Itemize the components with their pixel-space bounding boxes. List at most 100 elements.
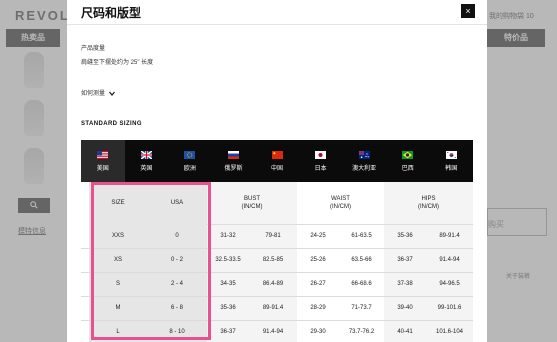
table-spacer	[81, 182, 89, 224]
size-cell: L	[89, 320, 147, 342]
region-tab-eu[interactable]: 欧洲	[168, 140, 212, 182]
region-selector: 美国 英国 欧洲 俄罗斯 中国 日本 澳大利亚 巴西 韩国	[81, 140, 473, 182]
region-tab-cn[interactable]: 中国	[255, 140, 299, 182]
chevron-down-icon	[108, 91, 115, 96]
bust-in-cell: 32.5-33.5	[207, 248, 249, 273]
ru-flag-icon	[227, 150, 239, 159]
usa-cell: 0 - 2	[147, 248, 207, 273]
table-row: M 6 - 8 35-36 89-91.4 28-29 71-73.7 39-4…	[81, 296, 473, 321]
region-label: 欧洲	[183, 165, 196, 172]
close-button[interactable]: ×	[461, 4, 475, 18]
size-header: SIZE	[89, 182, 147, 224]
product-dimensions-label: 产品度量	[81, 46, 106, 52]
waist-cm-cell: 63.5-66	[339, 248, 384, 273]
bust-header-label: BUST	[243, 195, 260, 202]
hips-cm-cell: 89-91.4	[426, 224, 473, 249]
region-tab-uk[interactable]: 英国	[125, 140, 169, 182]
size-guide-modal: 尺码和版型 × 产品度量 肩缝至下摆处约为 25" 长度 如何测量 STANDA…	[67, 0, 487, 342]
bust-cm-cell: 89-91.4	[249, 296, 297, 321]
waist-in-cell: 25-26	[297, 248, 339, 273]
hips-cm-cell: 94-96.5	[426, 272, 473, 297]
waist-in-cell: 24-25	[297, 224, 339, 249]
table-row: L 8 - 10 36-37 91.4-94 29-30 73.7-76.2 4…	[81, 320, 473, 342]
kr-flag-icon	[445, 150, 457, 159]
hips-header: HIPS (IN/CM)	[384, 182, 473, 225]
waist-header-label: WAIST	[331, 195, 350, 202]
eu-flag-icon	[184, 150, 196, 159]
waist-cm-cell: 66-68.6	[339, 272, 384, 297]
hips-cm-cell: 101.6-104	[426, 320, 473, 342]
table-spacer	[81, 296, 89, 321]
table-row: XXS 0 31-32 79-81 24-25 61-63.5 35-36 89…	[81, 224, 473, 249]
region-label: 日本	[314, 165, 327, 172]
table-spacer	[81, 224, 89, 249]
table-row: XS 0 - 2 32.5-33.5 82.5-85 25-26 63.5-66…	[81, 248, 473, 273]
table-row: S 2 - 4 34-35 86.4-89 26-27 66-68.6 37-3…	[81, 272, 473, 297]
bust-in-cell: 34-35	[207, 272, 249, 297]
waist-cm-cell: 71-73.7	[339, 296, 384, 321]
product-dimensions-value: 肩缝至下摆处约为 25" 长度	[81, 60, 154, 66]
hips-header-label: HIPS	[421, 195, 436, 202]
hips-in-cell: 36-37	[384, 248, 426, 273]
size-table: SIZE USA BUST (IN/CM) WAIST (IN/CM) HIPS…	[81, 182, 473, 342]
cn-flag-icon	[271, 150, 283, 159]
region-label: 俄罗斯	[224, 165, 243, 172]
usa-header: USA	[147, 182, 207, 224]
uk-flag-icon	[140, 150, 152, 159]
usa-cell: 6 - 8	[147, 296, 207, 321]
region-tab-ru[interactable]: 俄罗斯	[212, 140, 256, 182]
hips-in-cell: 37-38	[384, 272, 426, 297]
bust-in-cell: 31-32	[207, 224, 249, 249]
region-label: 中国	[271, 165, 284, 172]
au-flag-icon	[358, 150, 370, 159]
jp-flag-icon	[315, 150, 327, 159]
size-table-container: SIZE USA BUST (IN/CM) WAIST (IN/CM) HIPS…	[81, 182, 473, 342]
waist-cm-cell: 61-63.5	[339, 224, 384, 249]
table-spacer	[81, 320, 89, 342]
table-header-row: SIZE USA BUST (IN/CM) WAIST (IN/CM) HIPS…	[81, 182, 473, 225]
how-to-measure-label: 如何测量	[81, 91, 106, 97]
bust-in-cell: 35-36	[207, 296, 249, 321]
usa-cell: 2 - 4	[147, 272, 207, 297]
how-to-measure-link[interactable]: 如何测量	[81, 88, 115, 97]
bust-cm-cell: 86.4-89	[249, 272, 297, 297]
hips-cm-cell: 91.4-94	[426, 248, 473, 273]
region-tab-br[interactable]: 巴西	[386, 140, 430, 182]
usa-cell: 0	[147, 224, 207, 249]
usa-cell: 8 - 10	[147, 320, 207, 342]
size-cell: M	[89, 296, 147, 321]
size-cell: XS	[89, 248, 147, 273]
bust-header: BUST (IN/CM)	[207, 182, 297, 225]
hips-cm-cell: 99-101.6	[426, 296, 473, 321]
table-spacer	[81, 272, 89, 297]
bust-header-unit: (IN/CM)	[241, 203, 263, 210]
hips-in-cell: 40-41	[384, 320, 426, 342]
hips-header-unit: (IN/CM)	[418, 203, 439, 210]
size-cell: XXS	[89, 224, 147, 249]
standard-sizing-heading: STANDARD SIZING	[81, 121, 142, 127]
size-cell: S	[89, 272, 147, 297]
br-flag-icon	[402, 150, 414, 159]
region-label: 英国	[140, 165, 153, 172]
hips-in-cell: 35-36	[384, 224, 426, 249]
us-flag-icon	[97, 150, 109, 159]
region-tab-jp[interactable]: 日本	[299, 140, 343, 182]
region-tab-au[interactable]: 澳大利亚	[342, 140, 386, 182]
region-label: 美国	[96, 165, 109, 172]
waist-in-cell: 29-30	[297, 320, 339, 342]
region-tab-kr[interactable]: 韩国	[430, 140, 474, 182]
hips-in-cell: 39-40	[384, 296, 426, 321]
bust-cm-cell: 91.4-94	[249, 320, 297, 342]
bust-cm-cell: 79-81	[249, 224, 297, 249]
bust-cm-cell: 82.5-85	[249, 248, 297, 273]
region-tab-us[interactable]: 美国	[81, 140, 125, 182]
waist-header-unit: (IN/CM)	[330, 203, 351, 210]
bust-in-cell: 36-37	[207, 320, 249, 342]
waist-header: WAIST (IN/CM)	[297, 182, 384, 225]
region-label: 韩国	[445, 165, 458, 172]
waist-cm-cell: 73.7-76.2	[339, 320, 384, 342]
divider	[67, 24, 487, 25]
waist-in-cell: 26-27	[297, 272, 339, 297]
region-label: 巴西	[401, 165, 414, 172]
waist-in-cell: 28-29	[297, 296, 339, 321]
